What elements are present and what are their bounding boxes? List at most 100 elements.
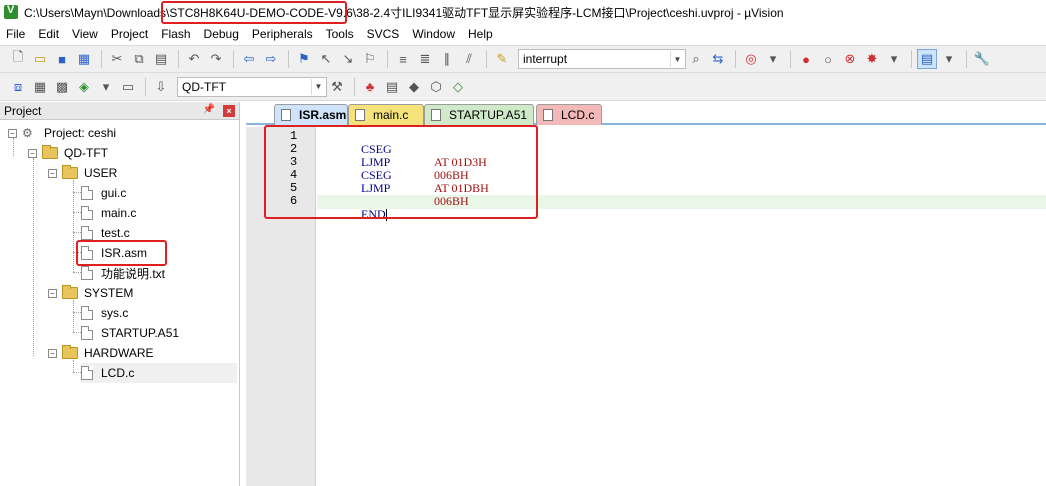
batch-build-icon[interactable]: ◈ bbox=[74, 77, 94, 97]
collapse-icon[interactable]: − bbox=[8, 128, 17, 138]
tree-file-selected[interactable]: LCD.c bbox=[81, 363, 237, 383]
menu-flash[interactable]: Flash bbox=[161, 27, 190, 41]
tree-file[interactable]: test.c bbox=[81, 223, 130, 243]
pack-installer-icon[interactable]: ◇ bbox=[448, 77, 468, 97]
text-caret bbox=[385, 209, 387, 222]
nav-back-icon[interactable]: ⇦ bbox=[239, 49, 259, 69]
indent-icon[interactable]: ≡ bbox=[393, 49, 413, 69]
incremental-find-icon[interactable]: ⇆ bbox=[708, 49, 728, 69]
save-icon[interactable]: ■ bbox=[52, 49, 72, 69]
tree-project-root[interactable]: − ⚙ Project: ceshi bbox=[8, 123, 116, 143]
code-line[interactable]: END bbox=[349, 195, 387, 234]
project-panel-header: Project 📌 × bbox=[0, 102, 239, 120]
tab-startup-a51[interactable]: STARTUP.A51 bbox=[424, 104, 534, 125]
tree-group-label: USER bbox=[84, 166, 118, 180]
tree-file-label: main.c bbox=[101, 206, 137, 220]
tree-group-system[interactable]: − SYSTEM bbox=[48, 283, 133, 303]
select-device-icon[interactable]: ◆ bbox=[404, 77, 424, 97]
chevron-down-icon[interactable]: ▼ bbox=[670, 51, 684, 67]
chevron-down-icon[interactable]: ▾ bbox=[96, 77, 116, 97]
tree-file[interactable]: STARTUP.A51 bbox=[81, 323, 179, 343]
copy-icon[interactable]: ⧉ bbox=[129, 49, 149, 69]
nav-forward-icon[interactable]: ⇨ bbox=[261, 49, 281, 69]
manage-components-icon[interactable]: ⬡ bbox=[426, 77, 446, 97]
rebuild-icon[interactable]: ▩ bbox=[52, 77, 72, 97]
find-icon[interactable]: ⌕ bbox=[686, 49, 706, 69]
collapse-icon[interactable]: − bbox=[48, 348, 57, 358]
manage-project-icon[interactable]: ♣ bbox=[360, 77, 380, 97]
redo-icon[interactable]: ↷ bbox=[206, 49, 226, 69]
breakpoint-icon[interactable]: ● bbox=[796, 49, 816, 69]
comment-icon[interactable]: ∥ bbox=[437, 49, 457, 69]
next-bookmark-icon[interactable]: ↘ bbox=[338, 49, 358, 69]
undo-icon[interactable]: ↶ bbox=[184, 49, 204, 69]
manage-books-icon[interactable]: ▤ bbox=[382, 77, 402, 97]
tree-file[interactable]: sys.c bbox=[81, 303, 128, 323]
tree-file[interactable]: gui.c bbox=[81, 183, 126, 203]
new-file-icon[interactable]: 🗋 bbox=[8, 49, 28, 69]
tree-group-user[interactable]: − USER bbox=[48, 163, 117, 183]
pin-icon[interactable]: 📌 bbox=[203, 104, 215, 115]
chevron-down-icon[interactable]: ▼ bbox=[311, 78, 325, 95]
toolbar-separator bbox=[735, 50, 736, 68]
paste-icon[interactable]: ▤ bbox=[151, 49, 171, 69]
tree-file-label: test.c bbox=[101, 226, 130, 240]
open-file-icon[interactable]: ▭ bbox=[30, 49, 50, 69]
save-all-icon[interactable]: ▦ bbox=[74, 49, 94, 69]
chevron-down-icon[interactable]: ▾ bbox=[939, 49, 959, 69]
chevron-down-icon[interactable]: ▾ bbox=[763, 49, 783, 69]
kill-all-breakpoints-icon[interactable]: ✸ bbox=[862, 49, 882, 69]
tab-main-c[interactable]: main.c bbox=[348, 104, 424, 125]
stop-build-icon[interactable]: ▭ bbox=[118, 77, 138, 97]
file-icon bbox=[81, 306, 93, 320]
debug-start-icon[interactable]: ◎ bbox=[741, 49, 761, 69]
find-in-files-icon[interactable]: ✎ bbox=[492, 49, 512, 69]
target-select[interactable]: QD-TFT ▼ bbox=[177, 76, 327, 97]
menu-help[interactable]: Help bbox=[468, 27, 493, 41]
tab-lcd-c[interactable]: LCD.c bbox=[536, 104, 602, 125]
menu-svcs[interactable]: SVCS bbox=[367, 27, 400, 41]
build-icon[interactable]: ▦ bbox=[30, 77, 50, 97]
collapse-icon[interactable]: − bbox=[48, 168, 57, 178]
tree-file-label: 功能说明.txt bbox=[101, 266, 166, 281]
menu-peripherals[interactable]: Peripherals bbox=[252, 27, 313, 41]
menu-file[interactable]: File bbox=[6, 27, 25, 41]
collapse-icon[interactable]: − bbox=[48, 288, 57, 298]
tree-line bbox=[73, 312, 81, 313]
menu-edit[interactable]: Edit bbox=[38, 27, 59, 41]
menu-window[interactable]: Window bbox=[412, 27, 455, 41]
chevron-down-icon[interactable]: ▾ bbox=[884, 49, 904, 69]
disable-breakpoint-icon[interactable]: ○ bbox=[818, 49, 838, 69]
tree-file[interactable]: 功能说明.txt bbox=[81, 263, 165, 283]
file-toolbar: 🗋 ▭ ■ ▦ ✂ ⧉ ▤ ↶ ↷ ⇦ ⇨ ⚑ ↖ ↘ ⚐ ≡ ≣ ∥ ⫽ ✎ … bbox=[0, 45, 1046, 73]
tree-target[interactable]: − QD-TFT bbox=[28, 143, 108, 163]
unindent-icon[interactable]: ≣ bbox=[415, 49, 435, 69]
close-icon[interactable]: × bbox=[223, 105, 235, 117]
bookmark-icon[interactable]: ⚑ bbox=[294, 49, 314, 69]
menu-tools[interactable]: Tools bbox=[326, 27, 354, 41]
configure-icon[interactable]: 🔧 bbox=[972, 49, 992, 69]
clear-bookmarks-icon[interactable]: ⚐ bbox=[360, 49, 380, 69]
target-options-icon[interactable]: ⚒ bbox=[327, 77, 347, 97]
prev-bookmark-icon[interactable]: ↖ bbox=[316, 49, 336, 69]
menu-project[interactable]: Project bbox=[111, 27, 148, 41]
tree-file[interactable]: ISR.asm bbox=[81, 243, 147, 263]
tree-group-hardware[interactable]: − HARDWARE bbox=[48, 343, 154, 363]
disable-all-breakpoints-icon[interactable]: ⊗ bbox=[840, 49, 860, 69]
toolbar-separator bbox=[233, 50, 234, 68]
download-icon[interactable]: ⇩ bbox=[151, 77, 171, 97]
translate-icon[interactable]: ⧈ bbox=[8, 77, 28, 97]
collapse-icon[interactable]: − bbox=[28, 148, 37, 158]
window-layout-icon[interactable]: ▤ bbox=[917, 49, 937, 69]
find-combobox[interactable]: interrupt ▼ bbox=[518, 49, 686, 69]
target-select-value: QD-TFT bbox=[182, 79, 226, 94]
menu-bar: File Edit View Project Flash Debug Perip… bbox=[0, 24, 1046, 44]
menu-view[interactable]: View bbox=[72, 27, 98, 41]
menu-debug[interactable]: Debug bbox=[204, 27, 239, 41]
tree-file[interactable]: main.c bbox=[81, 203, 136, 223]
file-icon bbox=[81, 206, 93, 220]
cut-icon[interactable]: ✂ bbox=[107, 49, 127, 69]
tab-isr-asm[interactable]: ISR.asm bbox=[274, 104, 348, 125]
uncomment-icon[interactable]: ⫽ bbox=[459, 49, 479, 69]
tree-line bbox=[73, 272, 81, 273]
